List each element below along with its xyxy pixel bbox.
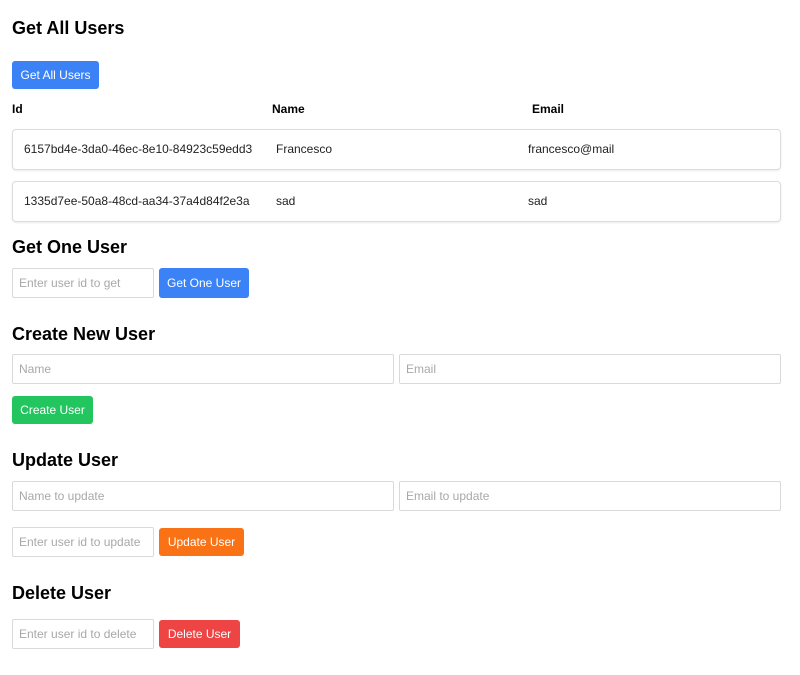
- user-name-cell: sad: [276, 194, 296, 208]
- update-name-input[interactable]: [12, 481, 394, 511]
- user-email-cell: sad: [528, 194, 548, 208]
- get-all-users-heading: Get All Users: [12, 18, 125, 38]
- create-user-button[interactable]: Create User: [12, 396, 93, 424]
- update-user-id-input[interactable]: [12, 527, 154, 557]
- delete-user-id-input[interactable]: [12, 619, 154, 649]
- user-id-cell: 1335d7ee-50a8-48cd-aa34-37a4d84f2e3a: [24, 194, 250, 208]
- user-row: 1335d7ee-50a8-48cd-aa34-37a4d84f2e3a sad…: [12, 181, 781, 222]
- user-id-cell: 6157bd4e-3da0-46ec-8e10-84923c59edd3: [24, 142, 253, 156]
- user-name-cell: Francesco: [276, 142, 333, 156]
- create-name-input[interactable]: [12, 354, 394, 384]
- get-user-id-input[interactable]: [12, 268, 154, 298]
- get-all-users-button[interactable]: Get All Users: [12, 61, 99, 89]
- update-user-heading: Update User: [12, 450, 119, 470]
- column-header-name: Name: [272, 102, 305, 116]
- delete-user-heading: Delete User: [12, 583, 112, 603]
- update-user-button[interactable]: Update User: [159, 528, 244, 556]
- delete-user-button[interactable]: Delete User: [159, 620, 240, 648]
- get-one-user-heading: Get One User: [12, 237, 128, 257]
- create-email-input[interactable]: [399, 354, 781, 384]
- column-header-email: Email: [532, 102, 565, 116]
- get-one-user-button[interactable]: Get One User: [159, 268, 249, 298]
- user-row: 6157bd4e-3da0-46ec-8e10-84923c59edd3 Fra…: [12, 129, 781, 170]
- user-email-cell: francesco@mail: [528, 142, 615, 156]
- update-email-input[interactable]: [399, 481, 781, 511]
- column-header-id: Id: [12, 102, 23, 116]
- create-user-heading: Create New User: [12, 324, 156, 344]
